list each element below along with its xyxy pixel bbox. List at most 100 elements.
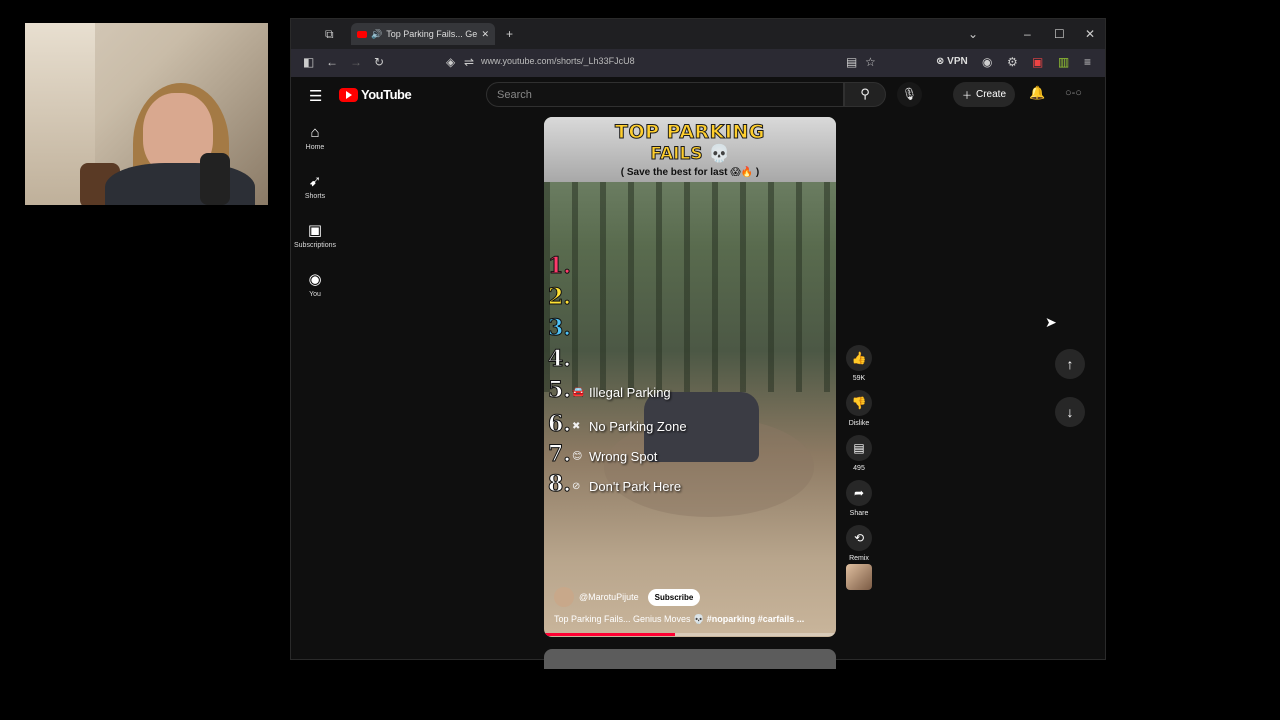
- reader-mode-icon[interactable]: ▤: [846, 55, 857, 69]
- search-input[interactable]: Search: [486, 82, 844, 107]
- vpn-badge[interactable]: ⊗ VPN: [936, 56, 968, 67]
- youtube-header: ☰ YouTube Search ⚲ 🎙 ＋ Create 🔔 ○-○: [291, 77, 1105, 113]
- youtube-page: ☰ YouTube Search ⚲ 🎙 ＋ Create 🔔 ○-○ ⌂ Ho…: [291, 77, 1105, 669]
- sidebar-item-label: You: [309, 290, 321, 298]
- caption-text: Top Parking Fails... Genius Moves 💀: [554, 614, 707, 624]
- previous-short-button[interactable]: ↑: [1055, 349, 1085, 379]
- hamburger-menu-icon[interactable]: ☰: [309, 87, 322, 105]
- close-tab-icon[interactable]: ✕: [481, 29, 489, 40]
- search-button[interactable]: ⚲: [844, 82, 886, 107]
- mouse-cursor-icon: ➤: [1045, 314, 1057, 330]
- video-progress-bar[interactable]: [544, 633, 836, 636]
- url-field[interactable]: www.youtube.com/shorts/_Lh33FJcU8: [481, 56, 635, 66]
- sidebar-item-subscriptions[interactable]: ▣ Subscriptions: [291, 211, 339, 260]
- forward-icon[interactable]: →: [350, 55, 362, 69]
- sidebar-item-label: Subscriptions: [293, 241, 337, 249]
- sidebar-item-shorts[interactable]: ➹ Shorts: [291, 162, 339, 211]
- rank-emoji-icon: 😊: [572, 451, 583, 462]
- search-icon: ⚲: [860, 86, 870, 101]
- microphone-icon: 🎙: [901, 87, 918, 101]
- dislike-label: Dislike: [848, 420, 870, 427]
- rank-number: 5.: [548, 377, 572, 404]
- webcam-microphone: [200, 153, 230, 205]
- sidebar-item-home[interactable]: ⌂ Home: [291, 113, 339, 162]
- remix-action: ⟲ Remix: [844, 525, 874, 590]
- rank-label: No Parking Zone: [589, 419, 687, 434]
- plus-icon: ＋: [961, 91, 972, 102]
- minimize-icon[interactable]: –: [1024, 26, 1031, 42]
- rank-number: 2.: [548, 284, 572, 311]
- tab-bar: ⧉ 🔊 Top Parking Fails... Genius M ✕ + ⌄ …: [291, 19, 1105, 49]
- reload-icon[interactable]: ↻: [374, 55, 384, 69]
- maximize-icon[interactable]: ☐: [1054, 26, 1065, 42]
- ublock-icon[interactable]: ▣: [1032, 55, 1043, 69]
- extension-o-icon[interactable]: ◉: [982, 55, 992, 69]
- webcam-person-body: [105, 163, 255, 205]
- active-tab[interactable]: 🔊 Top Parking Fails... Genius M ✕: [351, 23, 495, 45]
- tab-manager-icon[interactable]: ⧉: [325, 26, 334, 42]
- like-count: 59K: [852, 375, 866, 382]
- share-action: ➦ Share: [844, 480, 874, 517]
- back-icon[interactable]: ←: [326, 55, 338, 69]
- site-security-icon[interactable]: ◈: [446, 55, 455, 69]
- rank-number: 6.: [548, 411, 572, 438]
- mini-sidebar: ⌂ Home ➹ Shorts ▣ Subscriptions ◉ You: [291, 113, 339, 309]
- rank-number: 3.: [548, 315, 572, 342]
- comment-icon: ▤: [853, 441, 865, 455]
- short-video-player[interactable]: TOP PARKING FAILS 💀 ( Save the best for …: [544, 117, 836, 637]
- bookmark-star-icon[interactable]: ☆: [865, 55, 876, 69]
- channel-avatar[interactable]: [554, 587, 574, 607]
- youtube-play-icon: [339, 87, 358, 102]
- subscriptions-icon: ▣: [307, 221, 323, 239]
- caption-hashtags[interactable]: #noparking #carfails ...: [707, 614, 805, 624]
- rank-number: 8.: [548, 471, 572, 498]
- address-bar: ◧ ← → ↻ ◈ ⇌ www.youtube.com/shorts/_Lh33…: [291, 49, 1105, 77]
- arrow-up-icon: ↑: [1066, 356, 1074, 372]
- video-caption[interactable]: Top Parking Fails... Genius Moves 💀 #nop…: [554, 614, 829, 625]
- youtube-logo[interactable]: YouTube: [339, 87, 412, 102]
- video-subtitle: ( Save the best for last 😱🔥 ): [620, 167, 760, 178]
- rank-emoji-icon: ✖: [572, 421, 581, 432]
- channel-handle[interactable]: @MarotuPijute: [579, 592, 639, 602]
- audio-playing-icon[interactable]: 🔊: [371, 29, 382, 40]
- shorts-icon: ➹: [308, 172, 322, 190]
- browser-menu-icon[interactable]: ≡: [1084, 55, 1091, 69]
- close-window-icon[interactable]: ✕: [1085, 26, 1095, 42]
- notifications-bell-icon[interactable]: 🔔: [1029, 85, 1045, 101]
- comments-button[interactable]: ▤: [846, 435, 872, 461]
- home-icon: ⌂: [310, 123, 320, 141]
- dislike-action: 👎 Dislike: [844, 390, 874, 427]
- remix-button[interactable]: ⟲: [846, 525, 872, 551]
- rank-number: 1.: [548, 253, 572, 280]
- tab-title: Top Parking Fails... Genius M: [386, 29, 478, 39]
- rank-label: Don't Park Here: [589, 479, 682, 494]
- next-short-preview[interactable]: [544, 649, 836, 669]
- like-button[interactable]: 👍: [846, 345, 872, 371]
- new-tab-icon[interactable]: +: [506, 26, 513, 42]
- rank-label: Illegal Parking: [589, 385, 671, 400]
- site-settings-icon[interactable]: ⇌: [464, 55, 474, 69]
- share-button[interactable]: ➦: [846, 480, 872, 506]
- rank-number: 4.: [548, 346, 572, 373]
- tab-list-chevron-icon[interactable]: ⌄: [968, 26, 978, 42]
- sidebar-toggle-icon[interactable]: ◧: [303, 55, 314, 69]
- subscribe-button[interactable]: Subscribe: [647, 588, 701, 606]
- extensions-icon[interactable]: ⚙: [1007, 55, 1018, 69]
- sound-thumbnail[interactable]: [846, 564, 872, 590]
- voice-search-button[interactable]: 🎙: [897, 82, 922, 107]
- dislike-button[interactable]: 👎: [846, 390, 872, 416]
- rank-label: Wrong Spot: [589, 449, 658, 464]
- video-title-line2: FAILS 💀: [650, 144, 730, 165]
- create-button[interactable]: ＋ Create: [953, 82, 1015, 107]
- vpn-label: VPN: [947, 56, 968, 67]
- meter-extension-icon[interactable]: ▥: [1058, 55, 1069, 69]
- browser-window: ⧉ 🔊 Top Parking Fails... Genius M ✕ + ⌄ …: [290, 18, 1106, 669]
- create-label: Create: [975, 89, 1006, 100]
- youtube-favicon-icon: [357, 30, 367, 38]
- sidebar-item-you[interactable]: ◉ You: [291, 260, 339, 309]
- loading-dots-icon: ○-○: [1065, 87, 1082, 99]
- short-actions: 👍 59K 👎 Dislike ▤ 495 ➦ Share ⟲ Remix: [844, 345, 874, 598]
- sidebar-item-label: Shorts: [304, 192, 326, 200]
- next-short-button[interactable]: ↓: [1055, 397, 1085, 427]
- video-progress-fill: [544, 633, 676, 636]
